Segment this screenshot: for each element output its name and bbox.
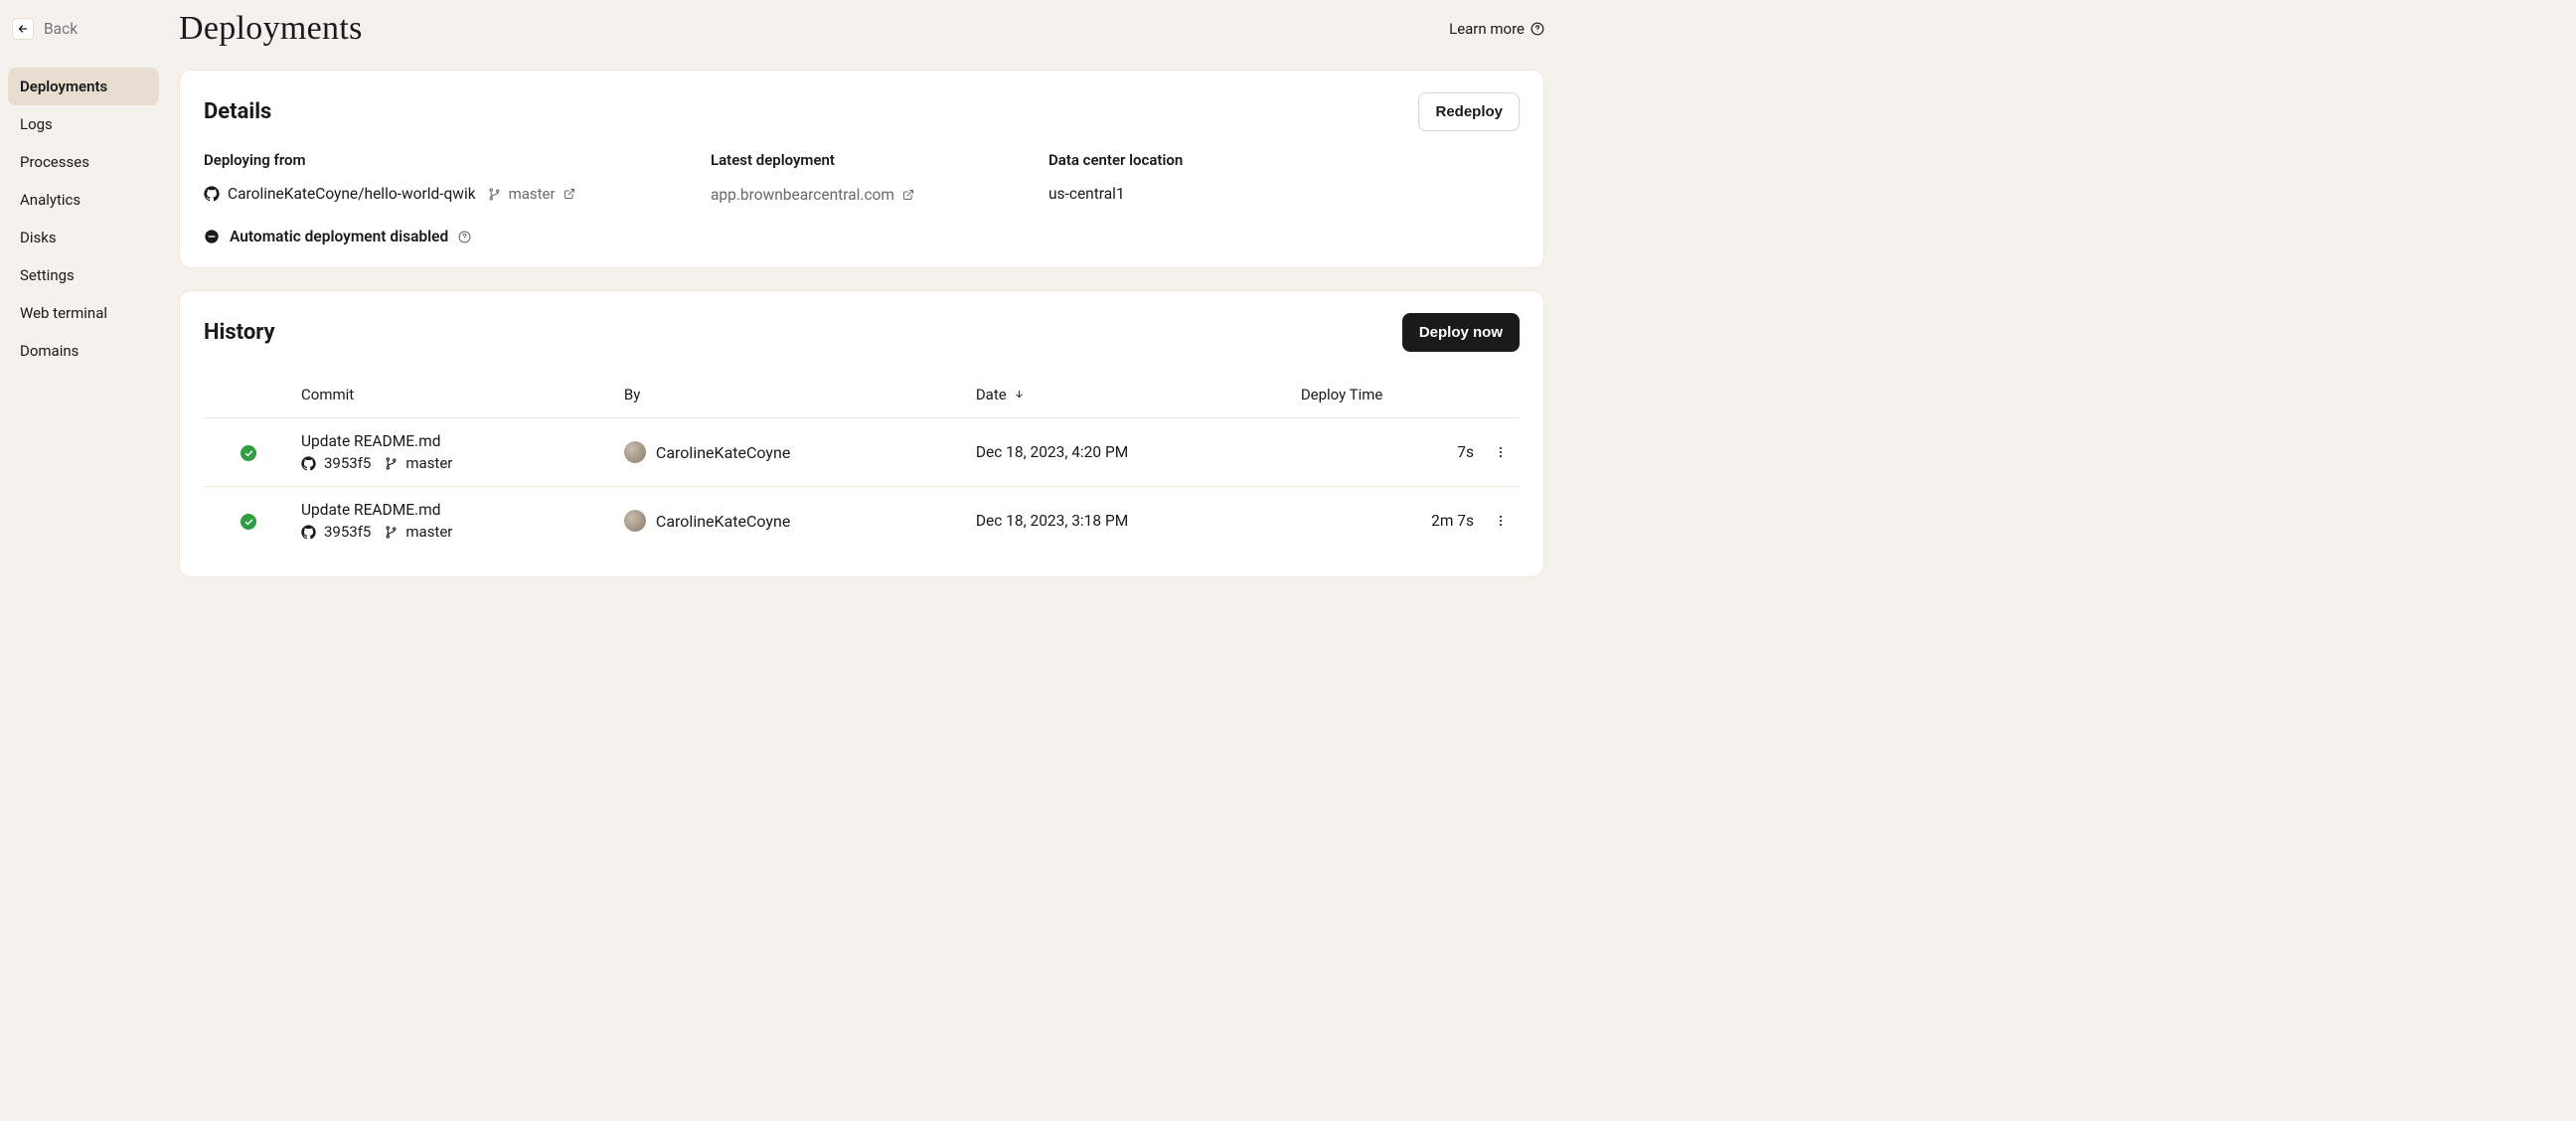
col-commit[interactable]: Commit [293, 372, 616, 418]
status-success-icon [241, 514, 256, 530]
main: Deployments Learn more Details Redeploy … [167, 0, 1556, 611]
history-title: History [204, 320, 275, 345]
commit-branch[interactable]: master [405, 454, 452, 472]
learn-more-label: Learn more [1449, 20, 1525, 38]
data-center-label: Data center location [1048, 151, 1307, 169]
col-status [204, 372, 293, 418]
avatar [624, 510, 646, 532]
col-actions [1482, 372, 1520, 418]
history-card: History Deploy now Commit By Date [179, 290, 1544, 577]
col-deploy-time[interactable]: Deploy Time [1293, 372, 1482, 418]
arrow-left-icon [17, 23, 29, 35]
deploy-duration: 7s [1293, 418, 1482, 487]
data-center-value: us-central1 [1048, 185, 1307, 203]
sidebar-item-settings[interactable]: Settings [8, 256, 159, 294]
deploy-date: Dec 18, 2023, 4:20 PM [968, 418, 1293, 487]
learn-more-link[interactable]: Learn more [1449, 20, 1544, 38]
details-row: Deploying from CarolineKateCoyne/hello-w… [204, 151, 1520, 245]
commit-message: Update README.md [301, 501, 608, 519]
external-link-icon [902, 189, 914, 201]
commit-sha[interactable]: 3953f5 [324, 523, 371, 541]
disabled-circle-icon [204, 229, 220, 244]
sidebar-item-domains[interactable]: Domains [8, 332, 159, 370]
avatar [624, 441, 646, 463]
repo-link[interactable]: CarolineKateCoyne/hello-world-qwik [228, 185, 476, 203]
deploy-now-button[interactable]: Deploy now [1402, 313, 1520, 352]
row-actions-button[interactable] [1490, 441, 1512, 463]
sidebar: Back DeploymentsLogsProcessesAnalyticsDi… [0, 0, 167, 611]
page-title: Deployments [179, 10, 363, 48]
commit-message: Update README.md [301, 432, 608, 450]
redeploy-button[interactable]: Redeploy [1418, 92, 1520, 131]
branch-link[interactable]: master [509, 185, 556, 203]
col-by[interactable]: By [616, 372, 968, 418]
history-table: Commit By Date Deploy Time Update README… [204, 372, 1520, 555]
sidebar-item-deployments[interactable]: Deployments [8, 68, 159, 105]
sidebar-item-web-terminal[interactable]: Web terminal [8, 294, 159, 332]
sort-down-icon [1014, 389, 1025, 400]
commit-branch[interactable]: master [405, 523, 452, 541]
status-success-icon [241, 445, 256, 461]
table-row[interactable]: Update README.md 3953f5 master CarolineKate… [204, 487, 1520, 556]
deploy-duration: 2m 7s [1293, 487, 1482, 556]
latest-deployment-label: Latest deployment [711, 151, 969, 169]
branch-icon [385, 526, 398, 539]
author-name: CarolineKateCoyne [656, 443, 790, 462]
auto-deploy-label: Automatic deployment disabled [230, 228, 448, 245]
external-link-icon [564, 188, 575, 200]
page-header: Deployments Learn more [179, 10, 1544, 48]
back-label[interactable]: Back [44, 20, 78, 38]
github-icon [301, 525, 316, 540]
sidebar-item-logs[interactable]: Logs [8, 105, 159, 143]
sidebar-item-processes[interactable]: Processes [8, 143, 159, 181]
deployment-url-link[interactable]: app.brownbearcentral.com [711, 186, 894, 204]
github-icon [301, 456, 316, 471]
back-row: Back [8, 18, 159, 40]
details-title: Details [204, 99, 271, 124]
table-row[interactable]: Update README.md 3953f5 master CarolineKate… [204, 418, 1520, 487]
details-card: Details Redeploy Deploying from Caroline… [179, 70, 1544, 268]
back-button[interactable] [12, 18, 34, 40]
branch-icon [385, 457, 398, 470]
sidebar-item-analytics[interactable]: Analytics [8, 181, 159, 219]
deploy-date: Dec 18, 2023, 3:18 PM [968, 487, 1293, 556]
help-circle-icon[interactable] [458, 231, 471, 243]
commit-sha[interactable]: 3953f5 [324, 454, 371, 472]
help-circle-icon [1530, 22, 1544, 36]
sidebar-item-disks[interactable]: Disks [8, 219, 159, 256]
col-date[interactable]: Date [968, 372, 1293, 418]
deploying-from-label: Deploying from [204, 151, 631, 169]
github-icon [204, 186, 220, 202]
row-actions-button[interactable] [1490, 510, 1512, 532]
branch-icon [488, 188, 501, 201]
author-name: CarolineKateCoyne [656, 512, 790, 531]
